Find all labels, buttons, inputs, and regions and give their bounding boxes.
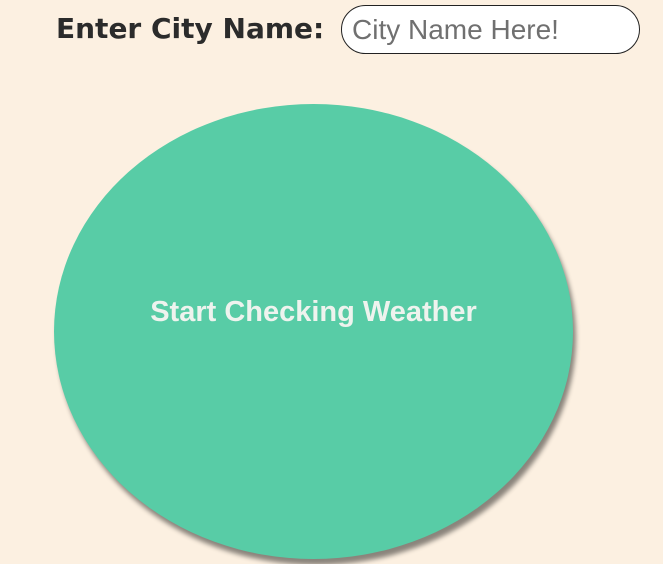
start-checking-weather-label: Start Checking Weather [150,296,477,328]
start-checking-weather-button[interactable]: Start Checking Weather [54,104,573,559]
city-name-label: Enter City Name: [56,12,325,45]
city-name-input[interactable] [341,5,640,54]
